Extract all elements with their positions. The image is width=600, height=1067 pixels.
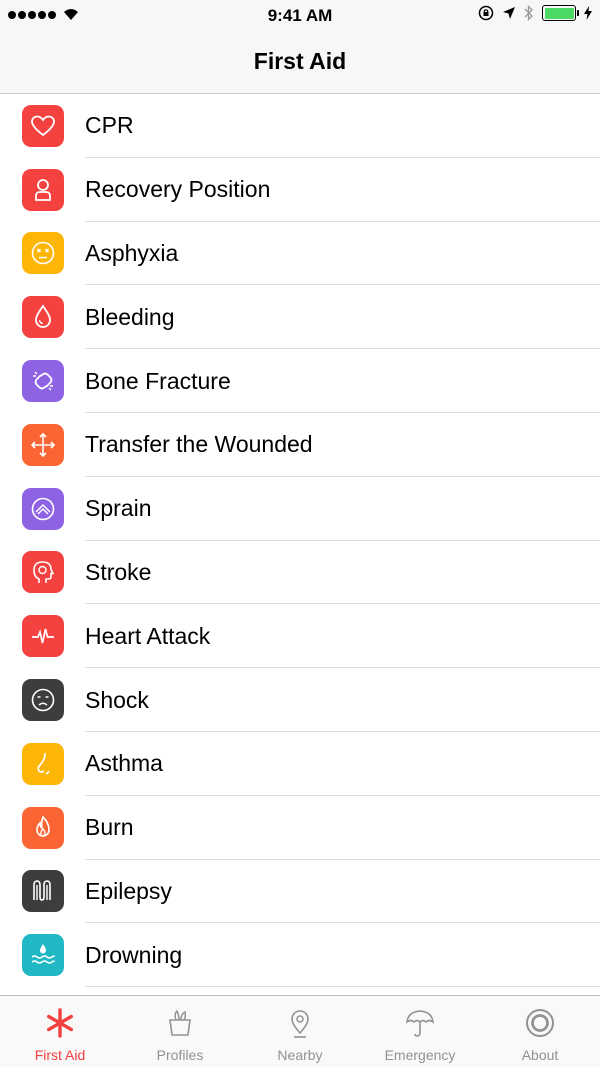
- tab-about[interactable]: About: [480, 996, 600, 1067]
- list-item-label: Sprain: [85, 495, 152, 522]
- list-item-label: Asphyxia: [85, 239, 179, 266]
- location-pin-icon: [283, 1006, 317, 1040]
- list-item-label: Drowning: [85, 941, 183, 968]
- wave-icon: [22, 870, 64, 913]
- broken-link-icon: [22, 360, 64, 403]
- first-aid-list: CPR Recovery Position Asphyxia Bleeding …: [0, 94, 600, 995]
- list-item-drowning[interactable]: Drowning: [0, 923, 600, 988]
- page-title: First Aid: [253, 48, 347, 74]
- list-item-label: Heart Attack: [85, 622, 211, 649]
- asterisk-icon: [43, 1006, 77, 1040]
- bluetooth-icon: [524, 5, 533, 21]
- list-item-label: Recovery Position: [85, 176, 271, 203]
- profiles-icon: [163, 1006, 197, 1040]
- list-item-label: Asthma: [85, 750, 163, 777]
- tab-label: Emergency: [384, 1047, 456, 1063]
- tab-profiles[interactable]: Profiles: [120, 996, 240, 1067]
- move-arrows-icon: [22, 423, 64, 466]
- nose-icon: [22, 742, 64, 785]
- orientation-lock-icon: [478, 5, 494, 21]
- list-item-label: Epilepsy: [85, 877, 172, 904]
- tab-emergency[interactable]: Emergency: [360, 996, 480, 1067]
- list-item-bleeding[interactable]: Bleeding: [0, 285, 600, 350]
- list-item-epilepsy[interactable]: Epilepsy: [0, 860, 600, 924]
- list-item-transfer-the-wounded[interactable]: Transfer the Wounded: [0, 413, 600, 477]
- pulse-icon: [22, 615, 64, 658]
- person-icon: [22, 168, 64, 211]
- list-item-heart-attack[interactable]: Heart Attack: [0, 604, 600, 669]
- list-item-burn[interactable]: Burn: [0, 796, 600, 860]
- heart-icon: [22, 104, 64, 147]
- tab-label: About: [521, 1047, 559, 1063]
- water-icon: [22, 934, 64, 977]
- blood-drop-icon: [22, 296, 64, 339]
- charging-bolt-icon: [584, 6, 592, 20]
- sprain-icon: [22, 487, 64, 530]
- list-item-label: Stroke: [85, 558, 152, 585]
- list-item-label: Burn: [85, 814, 134, 841]
- umbrella-icon: [403, 1006, 437, 1040]
- list-item-label: Bleeding: [85, 303, 175, 330]
- dizzy-face-icon: [22, 232, 64, 275]
- list-item-sprain[interactable]: Sprain: [0, 477, 600, 541]
- tab-bar: First Aid Profiles Nearby Emergency Abou…: [0, 995, 600, 1067]
- tab-label: First Aid: [34, 1047, 86, 1063]
- location-arrow-icon: [503, 7, 515, 19]
- list-item-stroke[interactable]: Stroke: [0, 541, 600, 605]
- list-item-cpr[interactable]: CPR: [0, 94, 600, 158]
- list-item-shock[interactable]: Shock: [0, 668, 600, 732]
- list-item-asphyxia[interactable]: Asphyxia: [0, 222, 600, 286]
- list-item-asthma[interactable]: Asthma: [0, 732, 600, 796]
- tab-nearby[interactable]: Nearby: [240, 996, 360, 1067]
- flame-icon: [22, 806, 64, 849]
- list-item-label: Transfer the Wounded: [85, 431, 313, 458]
- target-icon: [523, 1006, 557, 1040]
- list-item-label: Bone Fracture: [85, 367, 231, 394]
- list-item-bone-fracture[interactable]: Bone Fracture: [0, 349, 600, 413]
- list-item-label: Shock: [85, 686, 149, 713]
- tab-label: Nearby: [277, 1047, 323, 1063]
- head-icon: [22, 551, 64, 594]
- list-item-label: CPR: [85, 112, 134, 139]
- status-bar: 9:41 AM: [0, 0, 600, 32]
- sad-face-icon: [22, 679, 64, 722]
- navigation-bar: First Aid: [0, 32, 600, 94]
- tab-first-aid[interactable]: First Aid: [0, 996, 120, 1067]
- battery-icon: [542, 5, 579, 21]
- tab-label: Profiles: [156, 1047, 204, 1063]
- list-item-recovery-position[interactable]: Recovery Position: [0, 158, 600, 222]
